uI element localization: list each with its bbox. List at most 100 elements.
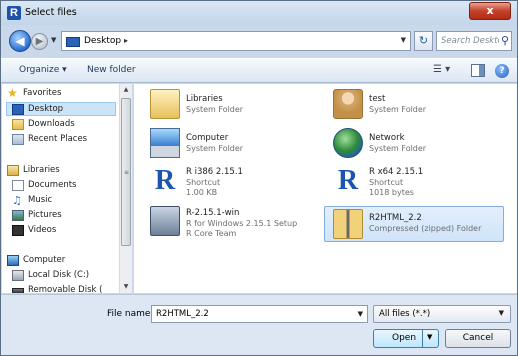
recent-pages-dropdown[interactable]: ▼ [51,36,56,44]
local-disk-icon [12,270,24,281]
file-type: System Folder [369,144,427,153]
removable-disk-icon [12,288,24,293]
open-button-label: Open [392,333,417,343]
chevron-down-icon[interactable]: ▼ [358,306,363,322]
address-history-dropdown[interactable]: ▼ [401,36,406,44]
back-button[interactable]: ◀ [9,30,31,52]
window-title: Select files [25,7,77,18]
nav-videos[interactable]: Videos [12,224,115,238]
file-name-label: File name: [107,309,154,319]
help-button[interactable]: ? [495,64,509,78]
nav-recent-places[interactable]: Recent Places [12,133,115,147]
r-app-icon: R [7,6,21,20]
pictures-icon [12,210,24,221]
file-name: R i386 2.15.1 [186,167,243,177]
nav-desktop[interactable]: Desktop [6,102,116,116]
file-item-r-i386[interactable]: R R i386 2.15.1 Shortcut 1.00 KB [146,164,326,204]
address-bar[interactable]: Desktop ▸ ▼ [61,31,411,51]
nav-music-label: Music [28,195,53,205]
file-name-value: R2HTML_2.2 [156,309,209,319]
title-bar[interactable]: R Select files x [1,1,517,25]
file-type: Shortcut [369,178,404,187]
downloads-folder-icon [12,119,24,130]
file-type-filter-value: All files (*.*) [379,309,431,319]
file-name-input[interactable]: R2HTML_2.2 ▼ [151,305,368,323]
scroll-down-arrow-icon[interactable]: ▼ [120,281,132,293]
file-item-computer[interactable]: Computer System Folder [146,126,326,162]
close-button[interactable]: x [469,2,511,20]
nav-local-disk-label: Local Disk (C:) [28,270,90,280]
search-icon[interactable]: ⚲ [501,34,509,47]
file-name: Computer [186,133,229,143]
nav-desktop-label: Desktop [28,104,64,114]
search-input[interactable] [437,32,499,50]
file-item-r-setup[interactable]: R-2.15.1-win R for Windows 2.15.1 Setup … [146,204,326,244]
file-type: Compressed (zipped) Folder [369,224,482,233]
nav-documents[interactable]: Documents [12,179,115,193]
views-icon: ☰ ▾ [433,64,451,75]
help-icon: ? [499,66,505,76]
r-setup-icon [150,206,180,236]
refresh-button[interactable]: ↻ [414,31,433,51]
nav-downloads-label: Downloads [28,119,75,129]
file-type: System Folder [369,105,427,114]
breadcrumb-chevron-icon[interactable]: ▸ [124,36,128,45]
nav-computer-label: Computer [23,255,66,265]
file-type: System Folder [186,105,244,114]
nav-recent-places-label: Recent Places [28,134,88,144]
r-shortcut-icon: R [150,166,180,196]
computer-icon [150,128,180,158]
refresh-icon: ↻ [418,34,429,47]
cancel-button[interactable]: Cancel [445,329,511,348]
scroll-up-arrow-icon[interactable]: ▲ [120,84,132,96]
file-description: R for Windows 2.15.1 Setup [186,219,298,228]
scrollbar-thumb[interactable]: ≡ [121,98,131,246]
organize-menu-button[interactable]: Organize ▾ [19,65,67,75]
preview-pane-button[interactable] [471,64,485,77]
new-folder-button[interactable]: New folder [87,65,136,75]
nav-downloads[interactable]: Downloads [12,118,115,132]
nav-pictures[interactable]: Pictures [12,209,115,223]
network-icon [333,128,363,158]
forward-arrow-icon: ▶ [35,36,44,47]
videos-icon [12,225,24,236]
nav-music[interactable]: ♫ Music [12,194,115,208]
recent-places-icon [12,134,24,145]
star-icon: ★ [7,86,18,100]
file-size: 1018 bytes [369,188,414,197]
file-item-libraries[interactable]: Libraries System Folder [146,87,326,123]
file-name: Network [369,133,405,143]
open-button[interactable]: Open ▼ [373,329,439,348]
file-name: R-2.15.1-win [186,208,240,218]
chevron-down-icon: ▼ [498,309,504,317]
search-box: ⚲ [436,31,512,51]
address-row: ◀ ▶ ▼ Desktop ▸ ▼ ↻ ⚲ [1,27,517,57]
breadcrumb-desktop[interactable]: Desktop [84,36,121,46]
file-type-filter-select[interactable]: All files (*.*) ▼ [373,305,511,323]
navigation-scrollbar[interactable]: ▲ ≡ ▼ [119,84,132,293]
file-name: test [369,94,386,104]
nav-local-disk[interactable]: Local Disk (C:) [12,269,115,283]
command-bar: Organize ▾ New folder ☰ ▾ ? [1,58,517,83]
file-publisher: R Core Team [186,229,237,238]
file-name: R2HTML_2.2 [369,213,422,223]
nav-favorites-label: Favorites [23,88,62,98]
file-item-network[interactable]: Network System Folder [329,126,509,162]
file-item-r-x64[interactable]: R R x64 2.15.1 Shortcut 1018 bytes [329,164,509,204]
nav-removable-disk[interactable]: Removable Disk ( [12,284,115,293]
nav-computer[interactable]: Computer [7,254,115,268]
file-item-r2html[interactable]: R2HTML_2.2 Compressed (zipped) Folder [324,206,504,242]
open-options-chevron-icon[interactable]: ▼ [427,333,432,341]
nav-favorites[interactable]: ★ Favorites [7,87,115,101]
desktop-icon [66,37,80,47]
grip-icon: ≡ [124,169,130,176]
forward-button[interactable]: ▶ [31,33,48,50]
dialog-footer: File name: R2HTML_2.2 ▼ All files (*.*) … [1,294,517,355]
file-type: Shortcut [186,178,221,187]
nav-pictures-label: Pictures [28,210,62,220]
file-item-test[interactable]: test System Folder [329,87,509,123]
music-icon: ♫ [12,194,22,207]
change-view-button[interactable]: ☰ ▾ [433,64,461,78]
nav-libraries[interactable]: Libraries [7,164,115,178]
libraries-folder-icon [150,89,180,119]
